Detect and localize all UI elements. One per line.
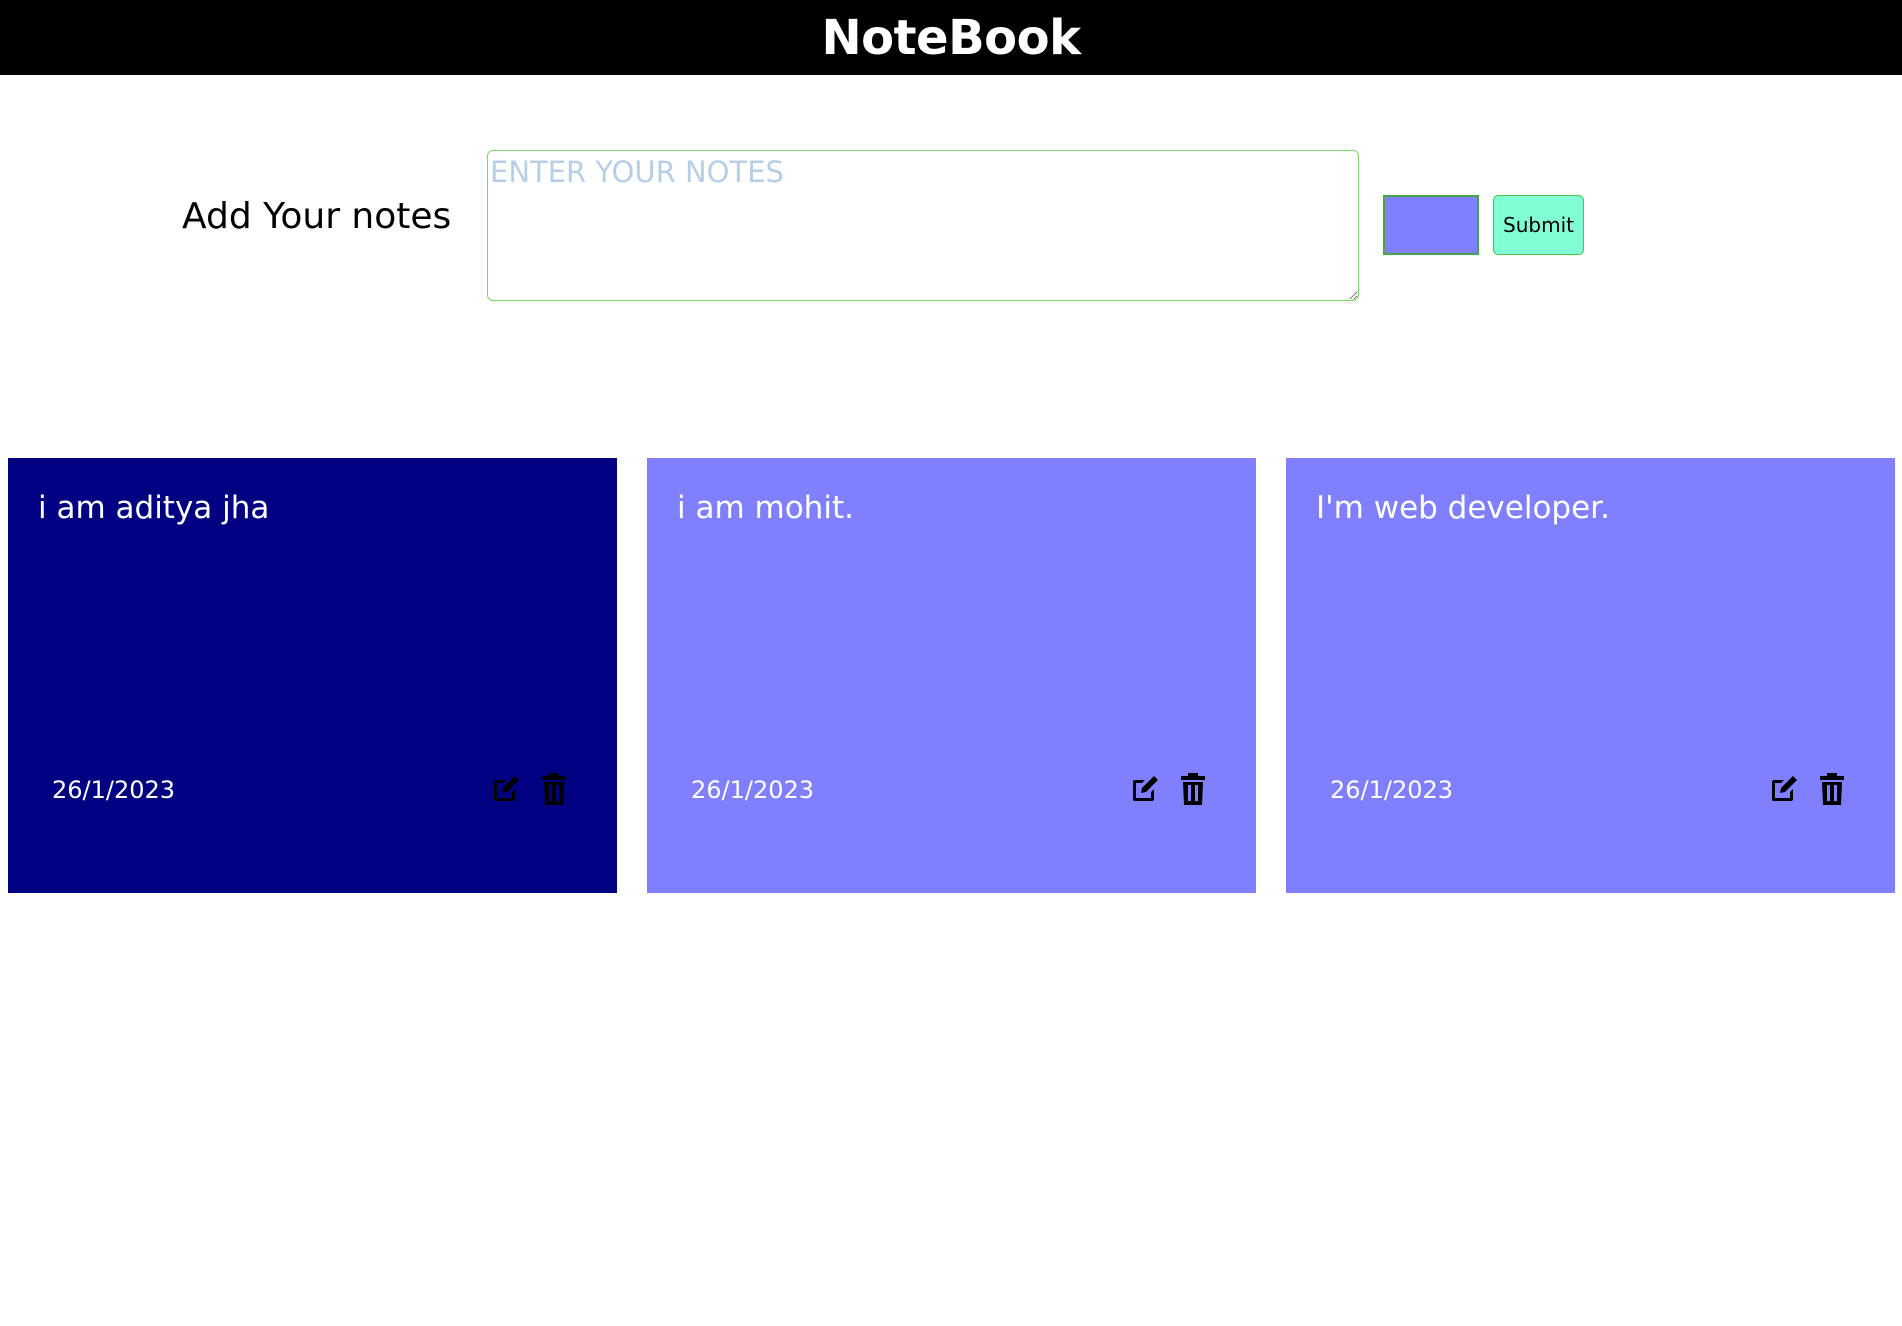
edit-icon[interactable]: [489, 771, 523, 807]
note-text: i am mohit.: [677, 490, 854, 526]
color-picker[interactable]: [1383, 195, 1479, 255]
note-card: I'm web developer. 26/1/2023: [1286, 458, 1895, 893]
notes-input[interactable]: [487, 150, 1359, 301]
trash-icon[interactable]: [1815, 771, 1849, 807]
note-date: 26/1/2023: [1330, 776, 1454, 804]
page: NoteBook Add Your notes Submit i am adit…: [0, 0, 1902, 1326]
note-text: i am aditya jha: [38, 490, 270, 526]
app-header: NoteBook: [0, 0, 1902, 75]
note-card: i am mohit. 26/1/2023: [647, 458, 1256, 893]
note-text: I'm web developer.: [1316, 490, 1610, 526]
app-title: NoteBook: [821, 9, 1081, 66]
trash-icon[interactable]: [1176, 771, 1210, 807]
edit-icon[interactable]: [1767, 771, 1801, 807]
add-notes-label: Add Your notes: [182, 196, 452, 237]
trash-icon[interactable]: [537, 771, 571, 807]
note-card: i am aditya jha 26/1/2023: [8, 458, 617, 893]
note-date: 26/1/2023: [52, 776, 176, 804]
submit-button[interactable]: Submit: [1493, 195, 1584, 255]
edit-icon[interactable]: [1128, 771, 1162, 807]
note-date: 26/1/2023: [691, 776, 815, 804]
